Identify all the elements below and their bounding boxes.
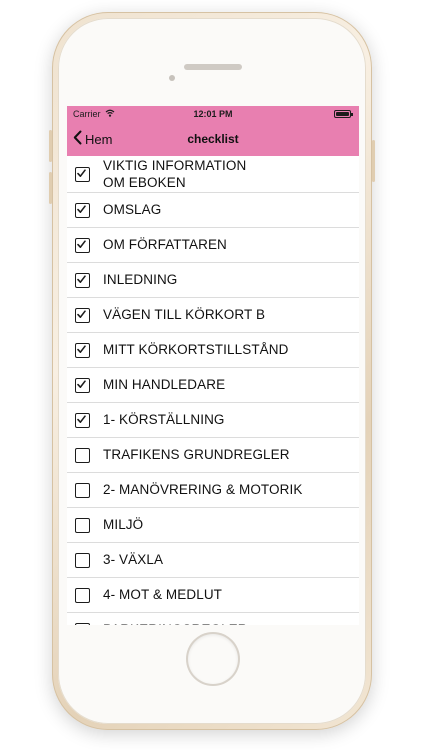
checkbox-checked-icon[interactable] [75,238,90,253]
checklist-item-label: OM FÖRFATTAREN [103,237,227,252]
checklist-item[interactable]: 1- KÖRSTÄLLNING [67,403,359,438]
checklist-item-label: 1- KÖRSTÄLLNING [103,412,225,427]
checklist-item[interactable]: 2- MANÖVRERING & MOTORIK [67,473,359,508]
checkbox-checked-icon[interactable] [75,167,90,182]
checkbox-unchecked-icon[interactable] [75,448,90,463]
status-time: 12:01 PM [193,109,233,119]
volume-down-button [49,172,52,204]
checkbox-unchecked-icon[interactable] [75,588,90,603]
checklist-item[interactable]: VÄGEN TILL KÖRKORT B [67,298,359,333]
app-screen: Carrier 12:01 PM Hem checklist VIKTIG IN… [67,106,359,625]
checklist-item[interactable]: OMSLAG [67,193,359,228]
checkbox-unchecked-icon[interactable] [75,483,90,498]
checklist-item[interactable]: TRAFIKENS GRUNDREGLER [67,438,359,473]
checklist-item-label: INLEDNING [103,272,178,287]
checkbox-checked-icon[interactable] [75,413,90,428]
checklist-item[interactable]: PARKERINGSREGLER [67,613,359,625]
power-button [372,140,375,182]
battery-icon [334,110,353,118]
checklist-item[interactable]: MIN HANDLEDARE [67,368,359,403]
checkbox-unchecked-icon[interactable] [75,553,90,568]
checklist-item-label: 2- MANÖVRERING & MOTORIK [103,482,303,497]
checklist-item[interactable]: INLEDNING [67,263,359,298]
checklist-item[interactable]: MILJÖ [67,508,359,543]
checklist-item-label: VIKTIG INFORMATION OM EBOKEN [103,158,247,190]
checkbox-checked-icon[interactable] [75,203,90,218]
status-bar: Carrier 12:01 PM [67,106,359,122]
checklist-item-label: VÄGEN TILL KÖRKORT B [103,307,266,322]
checkbox-checked-icon[interactable] [75,308,90,323]
checklist-item-label: MITT KÖRKORTSTILLSTÅND [103,342,289,357]
checkbox-checked-icon[interactable] [75,343,90,358]
earpiece-speaker [184,64,242,70]
front-camera [169,75,175,81]
checkbox-unchecked-icon[interactable] [75,623,90,625]
checklist-item[interactable]: MITT KÖRKORTSTILLSTÅND [67,333,359,368]
volume-up-button [49,130,52,162]
checklist-item-label: MIN HANDLEDARE [103,377,226,392]
checklist-item[interactable]: 4- MOT & MEDLUT [67,578,359,613]
checklist-item[interactable]: OM FÖRFATTAREN [67,228,359,263]
navigation-bar: Hem checklist [67,122,359,156]
checklist-item-label: PARKERINGSREGLER [103,622,355,625]
checklist-item-label: MILJÖ [103,517,144,532]
home-button[interactable] [188,634,238,684]
checkbox-checked-icon[interactable] [75,378,90,393]
checklist: VIKTIG INFORMATION OM EBOKEN OMSLAG OM FÖR… [67,156,359,625]
checklist-item-label: 3- VÄXLA [103,552,164,567]
checklist-item-label: TRAFIKENS GRUNDREGLER [103,447,290,462]
checkbox-checked-icon[interactable] [75,273,90,288]
page-title: checklist [187,132,239,146]
checkbox-unchecked-icon[interactable] [75,518,90,533]
checklist-item-label: 4- MOT & MEDLUT [103,587,223,602]
checklist-item[interactable]: VIKTIG INFORMATION OM EBOKEN [67,156,359,193]
checklist-item[interactable]: 3- VÄXLA [67,543,359,578]
checklist-item-label: OMSLAG [103,202,162,217]
